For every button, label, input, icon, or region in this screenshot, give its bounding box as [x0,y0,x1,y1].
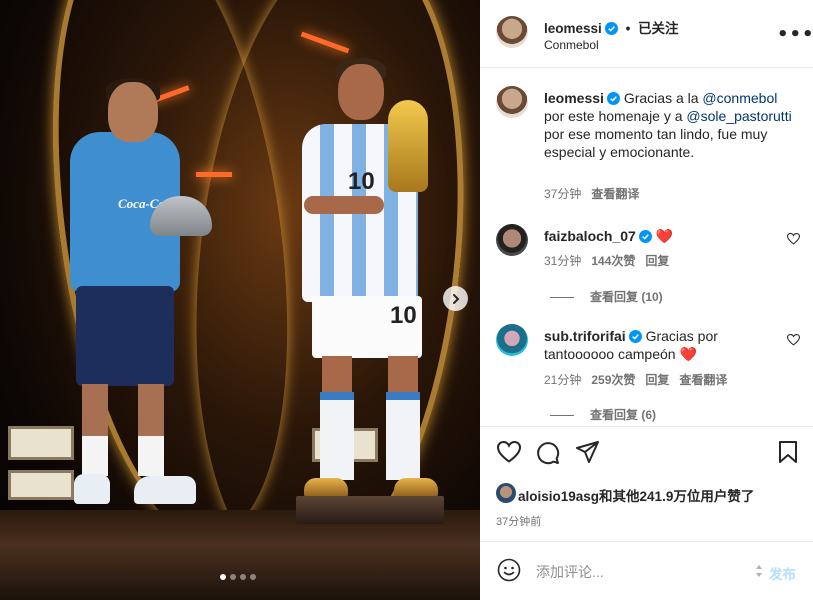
stage-lamp [8,426,74,460]
reply-button[interactable]: 回复 [645,373,669,387]
view-replies-button[interactable]: 查看回复 (10) [550,288,663,305]
statue-pedestal [296,496,444,524]
caption-author[interactable]: leomessi [544,90,604,106]
statue-jersey-number: 10 [348,168,375,195]
avatar[interactable] [496,324,528,356]
comment-input[interactable]: 添加评论... [536,562,604,582]
carousel-dots [220,574,256,580]
player-shoe [134,476,196,504]
follow-status-button[interactable]: 已关注 [638,21,679,36]
player-sock [82,436,108,476]
likes-summary[interactable]: aloisio19asg和其他241.9万位用户赞了 [518,485,754,505]
player-shoe [74,474,110,504]
divider [480,426,813,427]
statue-arm [304,196,384,214]
stage-lamp [8,470,74,500]
view-replies-label[interactable]: 查看回复 (10) [590,290,663,304]
liker-avatar[interactable] [496,483,516,503]
divider [550,297,574,299]
next-image-button[interactable] [443,286,468,311]
mention-link[interactable]: @sole_pastorutti [686,108,791,124]
comment: faizbaloch_07 ❤️ [544,227,784,245]
statue-boot [304,478,348,498]
divider [480,541,813,542]
like-heart-icon[interactable] [497,441,521,463]
carousel-dot [240,574,246,580]
comment-likes[interactable]: 144次赞 [591,254,635,268]
verified-icon [628,330,642,343]
heart-icon[interactable] [787,233,800,245]
post-header: leomessi • 已关注 Conmebol ••• [480,0,813,68]
caption-meta: 37分钟 查看翻译 [544,185,639,202]
verified-icon [604,22,618,35]
bookmark-icon[interactable] [779,441,797,463]
statue-sock [320,392,354,480]
comment-text: ❤️ [655,228,674,244]
comment-meta: 31分钟 144次赞 回复 [544,252,669,269]
world-cup-trophy [388,100,428,192]
carousel-dot [230,574,236,580]
comment-time[interactable]: 21分钟 [544,373,581,387]
post-comment-button[interactable]: 发布 [769,563,796,583]
share-paper-plane-icon[interactable] [576,441,600,463]
mention-link[interactable]: @conmebol [702,90,777,106]
stage-light [196,172,232,177]
verified-icon [606,92,620,105]
view-replies-label[interactable]: 查看回复 (6) [590,408,656,422]
statue-sock [386,392,420,480]
view-replies-button[interactable]: 查看回复 (6) [550,406,656,423]
post-author[interactable]: leomessi • 已关注 [544,17,679,37]
player-sock [138,436,164,476]
avatar[interactable] [496,224,528,256]
caption: leomessi Gracias a la @conmebol por este… [544,89,798,161]
post-media[interactable]: Coca-Cola 10 10 [0,0,480,600]
heart-icon[interactable] [787,334,800,346]
post-details-panel: leomessi • 已关注 Conmebol ••• leomessi Gra… [480,0,813,600]
comment-author[interactable]: faizbaloch_07 [544,228,636,244]
post-author-name[interactable]: leomessi [544,21,602,36]
caption-text: Gracias a la [623,90,703,106]
comment-bubble-icon[interactable] [536,441,560,465]
statue-head [338,64,384,120]
carousel-dot [220,574,226,580]
caption-text: por ese momento tan lindo, fue muy espec… [544,126,768,160]
verified-icon [638,230,652,243]
translate-button[interactable]: 查看翻译 [591,187,639,201]
caption-text: por este homenaje y a [544,108,687,124]
post-time[interactable]: 37分钟前 [496,513,541,529]
comment: sub.triforifai Gracias por tantoooooo ca… [544,327,764,363]
comment-likes[interactable]: 259次赞 [591,373,635,387]
player-head [108,82,158,142]
resize-stepper-icon [756,565,762,577]
more-options-button[interactable]: ••• [777,24,813,45]
separator-dot: • [625,21,631,36]
statue-shorts-number: 10 [390,302,417,329]
divider [550,415,574,417]
comment-time[interactable]: 31分钟 [544,254,581,268]
caption-time[interactable]: 37分钟 [544,187,581,201]
translate-button[interactable]: 查看翻译 [679,373,727,387]
comment-meta: 21分钟 259次赞 回复 查看翻译 [544,371,727,388]
emoji-smiley-icon[interactable] [497,558,521,582]
player-shorts [76,286,174,386]
reply-button[interactable]: 回复 [645,254,669,268]
post-location[interactable]: Conmebol [544,38,599,52]
comment-author[interactable]: sub.triforifai [544,328,626,344]
avatar[interactable] [496,86,528,118]
chevron-right-icon [452,293,459,304]
statue-boot [394,478,438,498]
carousel-dot [250,574,256,580]
avatar[interactable] [496,16,528,48]
